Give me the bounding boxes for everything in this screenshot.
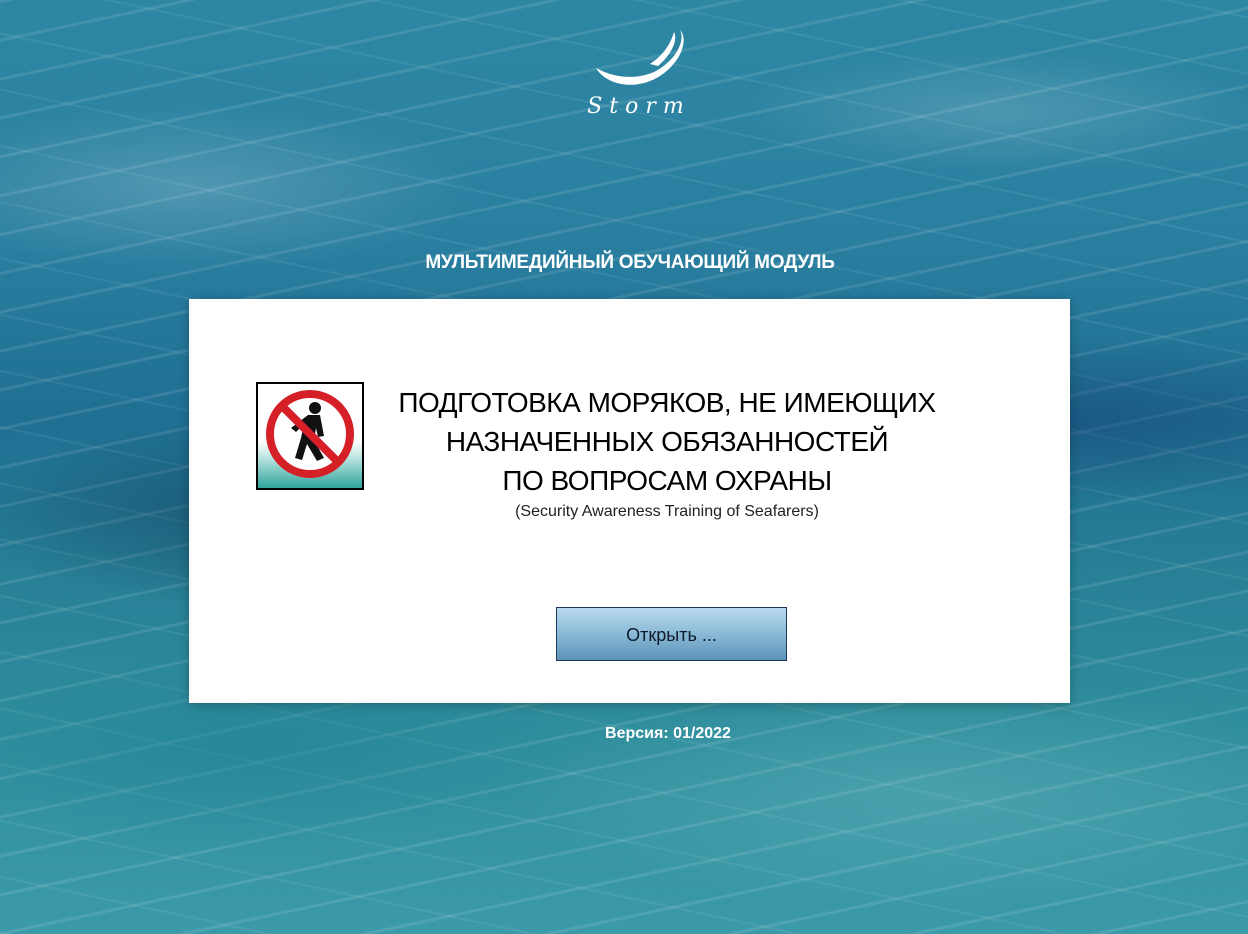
course-title-line: НАЗНАЧЕННЫХ ОБЯЗАННОСТЕЙ <box>445 426 889 457</box>
storm-logo: Storm <box>574 28 704 128</box>
no-pedestrian-sign-icon <box>258 384 362 488</box>
course-subtitle: (Security Awareness Training of Seafarer… <box>515 503 819 520</box>
logo-text: Storm <box>587 94 691 119</box>
module-title: МУЛЬТИМЕДИЙНЫЙ ОБУЧАЮЩИЙ МОДУЛЬ <box>425 252 835 273</box>
course-title-line: ПОДГОТОВКА МОРЯКОВ, НЕ ИМЕЮЩИХ <box>398 387 936 418</box>
open-button[interactable]: Открыть ... <box>556 607 787 661</box>
swan-icon <box>596 30 684 85</box>
course-title-line: ПО ВОПРОСАМ ОХРАНЫ <box>502 465 832 496</box>
course-title: ПОДГОТОВКА МОРЯКОВ, НЕ ИМЕЮЩИХ НАЗНАЧЕНН… <box>367 383 967 500</box>
course-card: ПОДГОТОВКА МОРЯКОВ, НЕ ИМЕЮЩИХ НАЗНАЧЕНН… <box>189 299 1070 703</box>
version-label: Версия: 01/2022 <box>605 725 731 742</box>
course-sign <box>256 382 364 490</box>
